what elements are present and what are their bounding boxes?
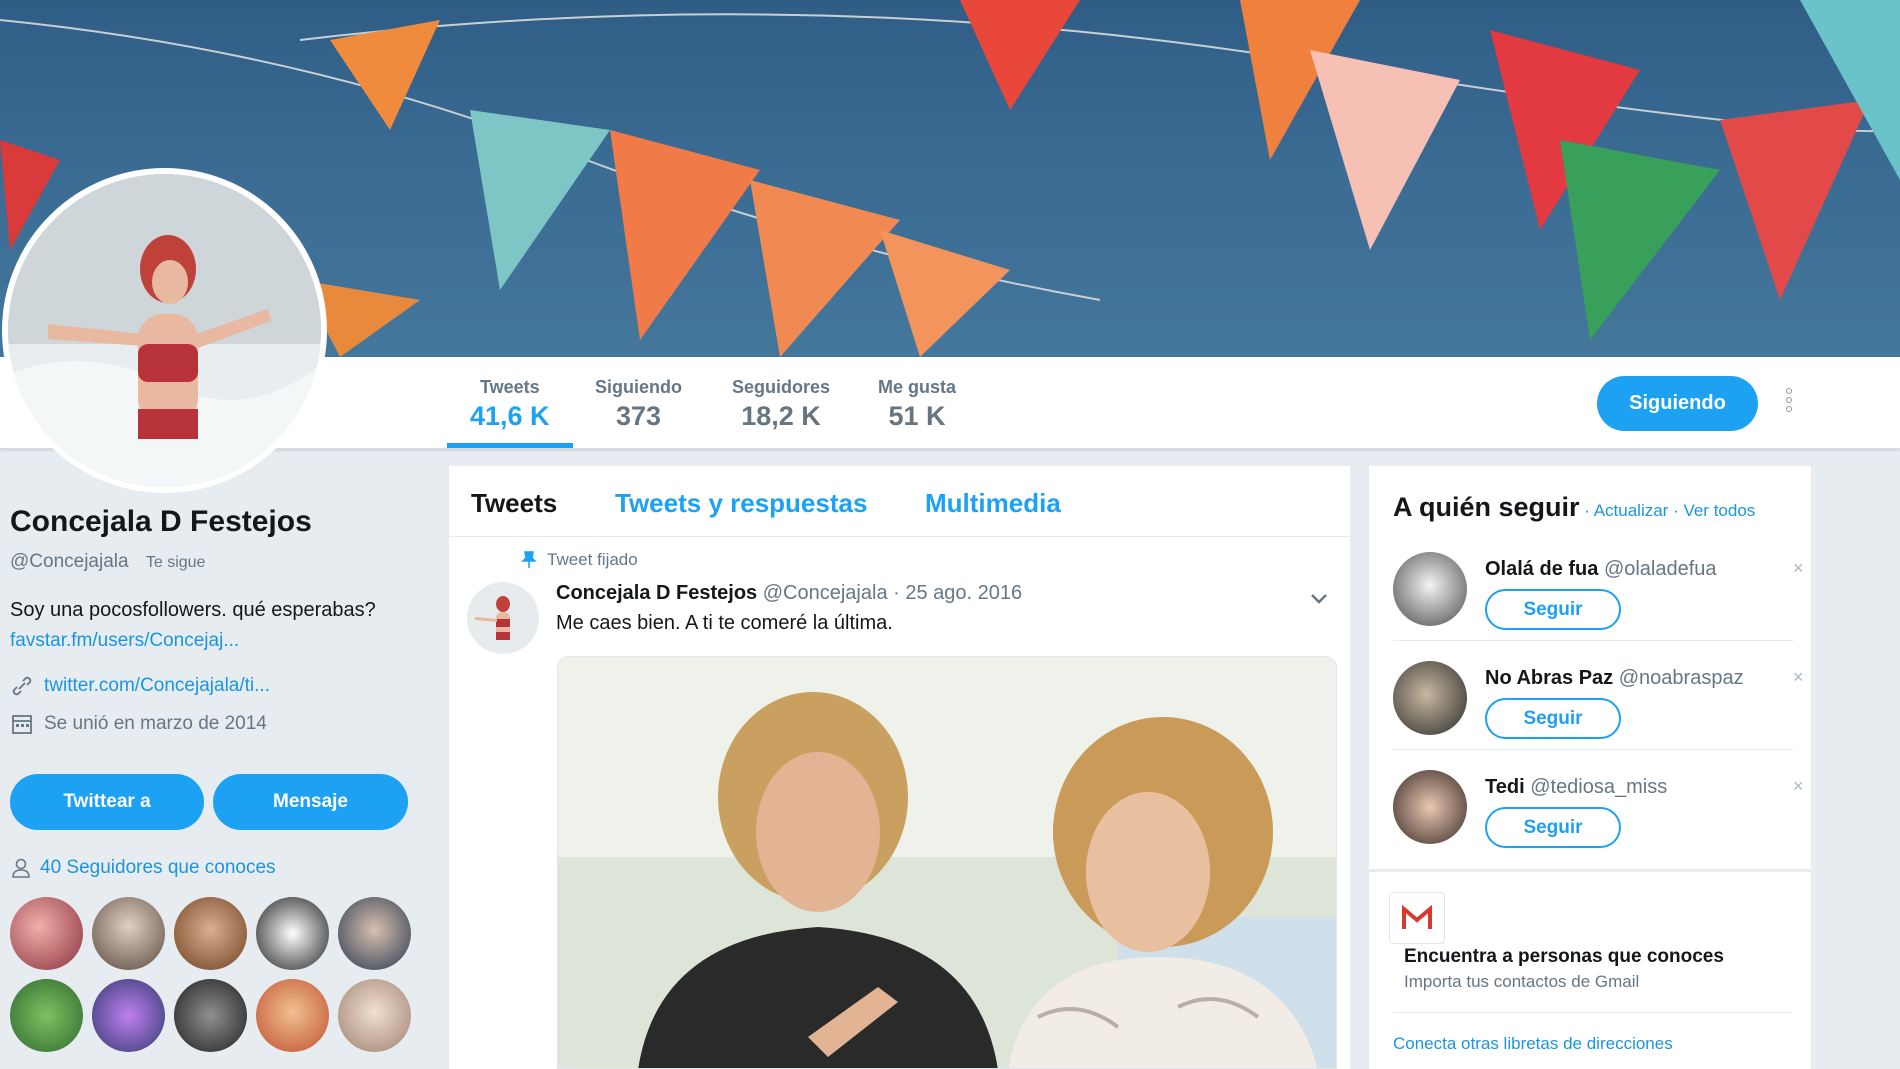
stat-value: 18,2 K (741, 401, 821, 431)
followers-you-know: 40 Seguidores que conoces (10, 857, 276, 879)
suggestion-avatar[interactable] (1393, 661, 1467, 735)
timeline: Tweets Tweets y respuestas Multimedia Tw… (449, 466, 1350, 1069)
profile-handle[interactable]: @Concejajala (10, 551, 129, 572)
tab-media[interactable]: Multimedia (925, 488, 1061, 519)
divider (1393, 640, 1793, 641)
bio-link[interactable]: favstar.fm/users/Concejaj... (10, 630, 430, 652)
follower-avatar[interactable] (92, 979, 165, 1052)
profile-handle-row: @Concejajala Te sigue (10, 551, 430, 573)
suggestion-name-row: No Abras Paz @noabraspaz (1485, 667, 1744, 690)
connect-address-books-link[interactable]: Conecta otras libretas de direcciones (1393, 1034, 1673, 1054)
profile-joined-row: Se unió en marzo de 2014 (10, 712, 430, 736)
follow-button[interactable]: Seguir (1485, 589, 1621, 630)
suggestion-item: No Abras Paz @noabraspaz × Seguir (1393, 661, 1804, 769)
person-icon (12, 858, 30, 878)
profile-bio: Soy una pocosfollowers. qué esperabas? (10, 599, 376, 621)
suggestion-name-row: Tedi @tediosa_miss (1485, 776, 1667, 799)
tweet-author-name[interactable]: Concejala D Festejos (556, 582, 757, 604)
who-to-follow-header: A quién seguir · Actualizar · Ver todos (1393, 492, 1755, 523)
profile-avatar[interactable] (2, 168, 327, 493)
profile-website-row: twitter.com/Concejajala/ti... (10, 674, 430, 698)
suggestion-item: Olalá de fua @olaladefua × Seguir (1393, 552, 1804, 660)
stat-likes[interactable]: Me gusta 51 K (878, 377, 956, 432)
view-all-link[interactable]: · Ver todos (1668, 501, 1755, 520)
stat-label: Siguiendo (595, 377, 682, 397)
follower-avatar[interactable] (338, 897, 411, 970)
calendar-icon (12, 715, 32, 734)
gmail-title[interactable]: Encuentra a personas que conoces (1404, 946, 1724, 968)
follower-avatar[interactable] (10, 897, 83, 970)
divider (1393, 749, 1793, 750)
suggestion-name-row: Olalá de fua @olaladefua (1485, 558, 1717, 581)
chevron-down-icon[interactable] (1309, 592, 1329, 606)
suggestion-handle[interactable]: @tediosa_miss (1530, 776, 1667, 798)
follower-avatar[interactable] (10, 979, 83, 1052)
more-options-icon[interactable] (1782, 388, 1796, 418)
suggestion-avatar[interactable] (1393, 770, 1467, 844)
who-to-follow: A quién seguir · Actualizar · Ver todos … (1369, 466, 1811, 1069)
active-stat-indicator (447, 443, 573, 448)
suggestion-item: Tedi @tediosa_miss × Seguir (1393, 770, 1804, 878)
suggestion-name[interactable]: Olalá de fua (1485, 558, 1598, 580)
stat-tweets[interactable]: Tweets 41,6 K (470, 377, 550, 432)
follows-you-badge: Te sigue (145, 554, 206, 571)
stat-followers[interactable]: Seguidores 18,2 K (732, 377, 830, 432)
follower-avatar[interactable] (174, 897, 247, 970)
tweet-text: Me caes bien. A ti te comeré la última. (556, 612, 893, 634)
tweet-image[interactable] (557, 656, 1337, 1069)
follow-button[interactable]: Seguir (1485, 698, 1621, 739)
pin-icon (521, 551, 537, 568)
tweet-header: Concejala D Festejos @Concejajala · 25 a… (556, 582, 1022, 605)
tweet-handle-date[interactable]: @Concejajala · 25 ago. 2016 (763, 582, 1022, 604)
stat-value: 41,6 K (470, 401, 550, 431)
dismiss-icon[interactable]: × (1793, 776, 1804, 797)
link-icon (12, 676, 32, 696)
gmail-subtitle[interactable]: Importa tus contactos de Gmail (1404, 972, 1639, 992)
profile-joined: Se unió en marzo de 2014 (44, 713, 267, 734)
follower-avatar[interactable] (256, 897, 329, 970)
stat-following[interactable]: Siguiendo 373 (595, 377, 682, 432)
suggestion-name[interactable]: No Abras Paz (1485, 667, 1613, 689)
message-button[interactable]: Mensaje (213, 774, 408, 830)
tab-tweets-replies[interactable]: Tweets y respuestas (615, 488, 867, 519)
timeline-tabs: Tweets Tweets y respuestas Multimedia (449, 466, 1350, 537)
gmail-icon (1389, 892, 1445, 944)
profile-website[interactable]: twitter.com/Concejajala/ti... (44, 675, 270, 697)
profile-info: Concejala D Festejos @Concejajala Te sig… (10, 505, 430, 736)
tweet-author-avatar[interactable] (467, 582, 539, 654)
suggestion-handle[interactable]: @olaladefua (1604, 558, 1717, 580)
follow-button[interactable]: Seguir (1485, 807, 1621, 848)
suggestion-avatar[interactable] (1393, 552, 1467, 626)
following-button[interactable]: Siguiendo (1597, 376, 1758, 431)
follower-avatar[interactable] (256, 979, 329, 1052)
who-to-follow-title: A quién seguir (1393, 492, 1580, 522)
stat-label: Seguidores (732, 377, 831, 397)
suggestion-name[interactable]: Tedi (1485, 776, 1525, 798)
refresh-link[interactable]: · Actualizar (1580, 501, 1668, 520)
divider (1393, 1012, 1793, 1013)
follower-avatar[interactable] (338, 979, 411, 1052)
dismiss-icon[interactable]: × (1793, 667, 1804, 688)
pinned-text: Tweet fijado (547, 550, 638, 569)
dismiss-icon[interactable]: × (1793, 558, 1804, 579)
profile-name: Concejala D Festejos (10, 505, 312, 538)
stat-label: Tweets (479, 377, 540, 397)
section-divider (1369, 869, 1811, 872)
follower-avatar[interactable] (92, 897, 165, 970)
followers-you-know-link[interactable]: 40 Seguidores que conoces (40, 857, 276, 879)
pinned-label: Tweet fijado (521, 550, 638, 570)
suggestion-handle[interactable]: @noabraspaz (1619, 667, 1744, 689)
tab-tweets[interactable]: Tweets (471, 488, 557, 519)
stat-value: 51 K (888, 401, 946, 431)
follower-avatar[interactable] (174, 979, 247, 1052)
stat-value: 373 (615, 401, 662, 431)
tweet-to-button[interactable]: Twittear a (10, 774, 204, 830)
stat-label: Me gusta (878, 377, 957, 397)
